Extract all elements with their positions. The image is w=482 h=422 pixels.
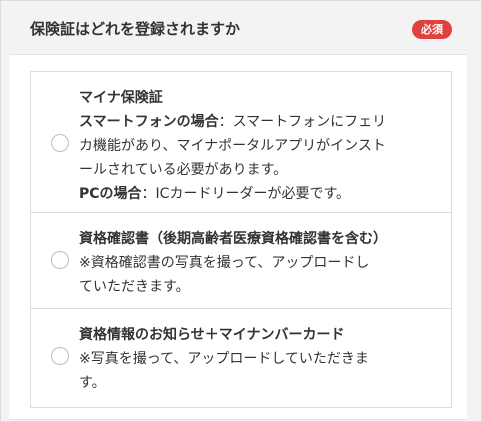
radio-button-my-number-insurance[interactable]	[51, 134, 69, 152]
option-eligibility-certificate[interactable]: 資格確認書（後期高齢者医療資格確認書を含む） ※資格確認書の写真を撮って、アップ…	[31, 212, 451, 308]
option-description: ※資格確認書の写真を撮って、アップロードし	[79, 255, 370, 271]
option-title: マイナ保険証	[79, 90, 163, 106]
smartphone-text-cont: カ機能があり、マイナポータルアプリがインスト	[79, 138, 386, 154]
radio-option-group: マイナ保険証 スマートフォンの場合：スマートフォンにフェリ カ機能があり、マイナ…	[30, 71, 452, 408]
smartphone-label: スマートフォンの場合	[79, 114, 219, 130]
option-title: 資格確認書（後期高齢者医療資格確認書を含む）	[79, 231, 387, 247]
smartphone-text-cont: ールされている必要があります。	[79, 162, 288, 178]
pc-label: PCの場合	[79, 186, 142, 202]
smartphone-text: ：スマートフォンにフェリ	[218, 114, 387, 130]
required-badge: 必須	[412, 20, 452, 39]
radio-button-eligibility-notice[interactable]	[51, 347, 69, 365]
radio-button-eligibility-certificate[interactable]	[51, 251, 69, 269]
option-description-cont: す。	[79, 375, 106, 391]
option-description: ※写真を撮って、アップロードしていただきま	[79, 351, 369, 367]
option-title: 資格情報のお知らせ＋マイナンバーカード	[79, 327, 345, 343]
question-header: 保険証はどれを登録されますか 必須	[1, 1, 481, 57]
option-my-number-insurance[interactable]: マイナ保険証 スマートフォンの場合：スマートフォンにフェリ カ機能があり、マイナ…	[31, 72, 451, 212]
question-content: マイナ保険証 スマートフォンの場合：スマートフォンにフェリ カ機能があり、マイナ…	[9, 54, 467, 420]
option-eligibility-notice-my-number-card[interactable]: 資格情報のお知らせ＋マイナンバーカード ※写真を撮って、アップロードしていただき…	[31, 308, 451, 407]
pc-text: ：ICカードリーダーが必要です。	[141, 186, 351, 202]
option-description-cont: ていただきます。	[79, 279, 190, 295]
insurance-question-panel: 保険証はどれを登録されますか 必須 マイナ保険証 スマートフォンの場合：スマート…	[0, 0, 482, 422]
question-title: 保険証はどれを登録されますか	[30, 20, 241, 38]
